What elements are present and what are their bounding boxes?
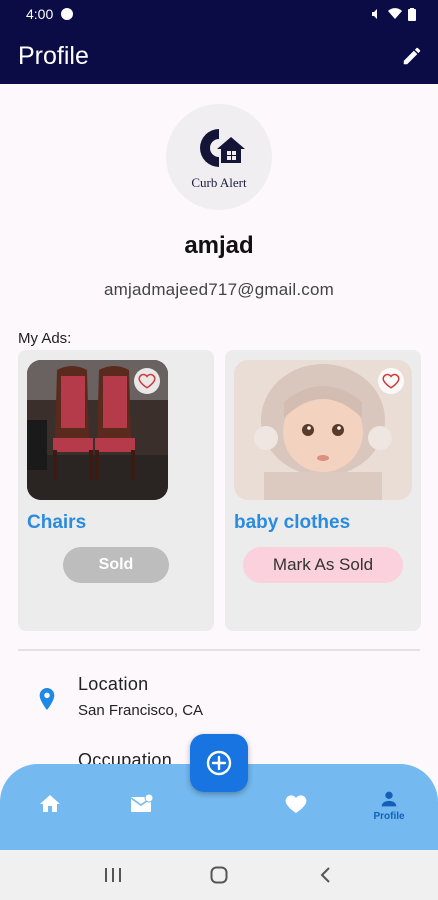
location-pin-icon [39, 688, 55, 710]
nav-home[interactable] [30, 792, 70, 832]
avatar[interactable]: Curb Alert [166, 104, 272, 210]
favorite-button[interactable] [378, 368, 404, 394]
person-icon [381, 791, 397, 807]
recent-apps-button[interactable] [93, 855, 133, 895]
messages-icon [130, 793, 154, 812]
ad-image-baby-clothes[interactable] [234, 360, 412, 500]
wifi-icon [388, 8, 402, 19]
heart-icon [285, 795, 307, 813]
battery-icon [408, 7, 416, 21]
add-listing-fab[interactable] [190, 734, 248, 792]
ad-title[interactable]: Chairs [27, 512, 86, 534]
recent-apps-icon [105, 868, 121, 882]
page-title: Profile [18, 41, 89, 70]
home-circle-icon [210, 866, 228, 884]
home-icon [40, 795, 60, 812]
nav-favorites[interactable] [276, 792, 316, 832]
info-row-location: Location San Francisco, CA [0, 672, 438, 732]
pencil-icon [403, 47, 421, 65]
mark-as-sold-button[interactable]: Mark As Sold [243, 547, 403, 583]
ad-title[interactable]: baby clothes [234, 512, 350, 534]
profile-email: amjadmajeed717@gmail.com [104, 280, 334, 299]
system-navigation-bar [0, 850, 438, 900]
nav-messages[interactable] [122, 792, 162, 832]
curb-alert-logo-icon [200, 129, 245, 167]
sold-button[interactable]: Sold [63, 547, 169, 583]
back-button[interactable] [305, 855, 345, 895]
heart-outline-icon [138, 373, 156, 389]
profile-username: amjad [184, 232, 254, 259]
status-time: 4:00 [26, 6, 54, 22]
edit-profile-button[interactable] [398, 42, 426, 70]
nav-profile-label: Profile [373, 811, 405, 822]
heart-outline-icon [382, 373, 400, 389]
add-circle-icon [206, 750, 232, 776]
ad-card[interactable]: Chairs Sold [18, 350, 214, 631]
ad-card[interactable]: baby clothes Mark As Sold [225, 350, 421, 631]
info-label: Location [78, 674, 149, 694]
favorite-button[interactable] [134, 368, 160, 394]
mute-icon [372, 9, 377, 19]
ad-image-chairs[interactable] [27, 360, 168, 500]
status-indicators [370, 7, 416, 21]
notification-icon [61, 8, 74, 20]
home-system-button[interactable] [199, 855, 239, 895]
logo-text: Curb Alert [191, 175, 247, 190]
info-value: San Francisco, CA [78, 702, 204, 719]
status-bar: 4:00 [0, 0, 438, 28]
my-ads-label: My Ads: [18, 330, 72, 347]
nav-profile[interactable]: Profile [365, 788, 413, 828]
back-chevron-icon [320, 867, 330, 883]
divider [18, 649, 420, 651]
app-bar: Profile [0, 28, 438, 84]
